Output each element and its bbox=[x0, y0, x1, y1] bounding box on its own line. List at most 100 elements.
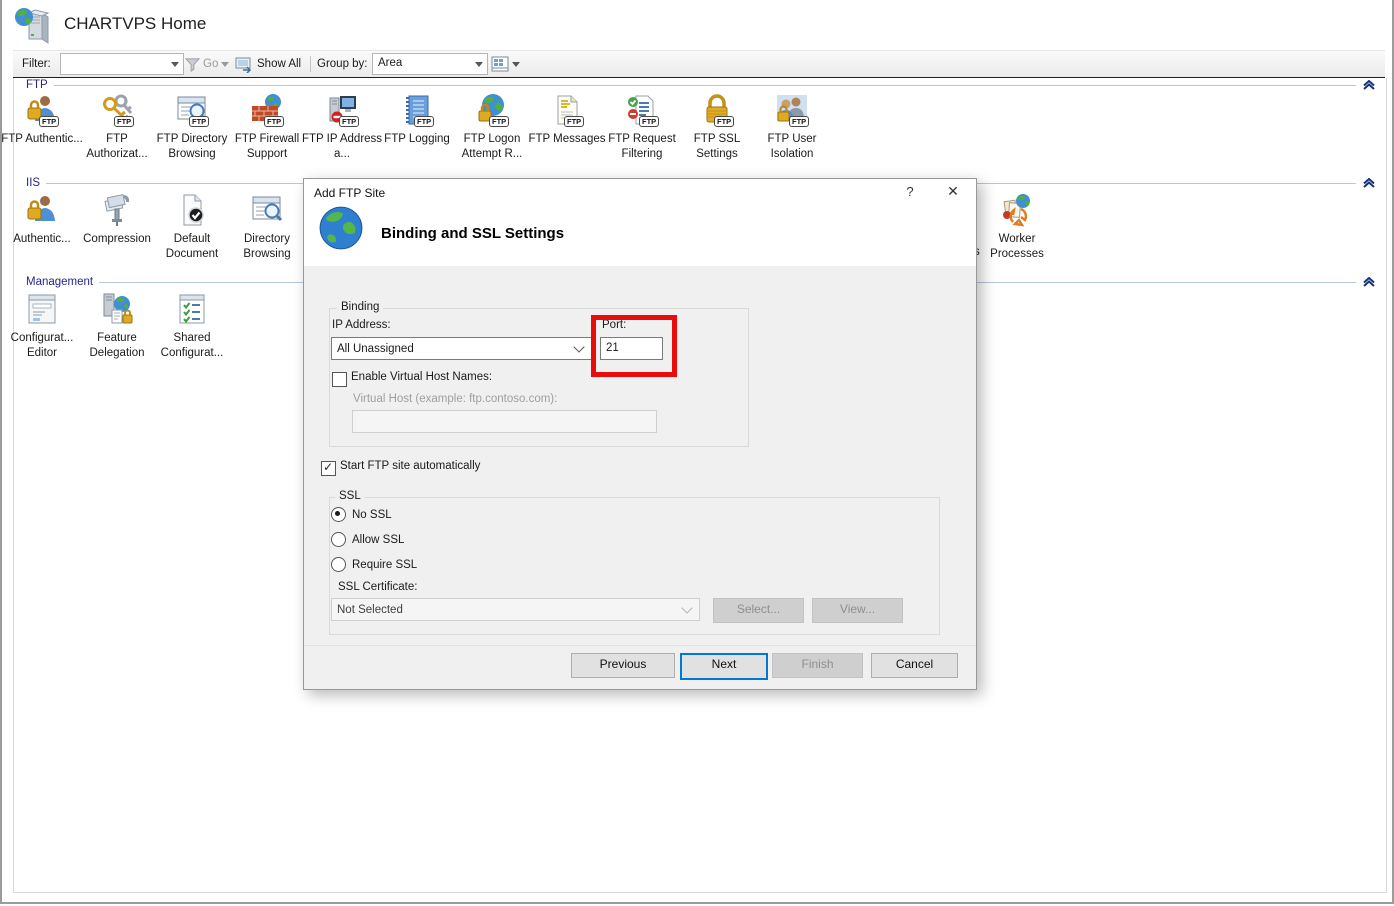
ssl-certificate-label: SSL Certificate: bbox=[338, 581, 417, 593]
finish-button: Finish bbox=[772, 653, 863, 678]
go-dropdown-icon[interactable] bbox=[221, 51, 229, 77]
dialog-title: Add FTP Site bbox=[314, 186, 385, 200]
users-lock-icon: FTP bbox=[774, 93, 810, 129]
next-button[interactable]: Next bbox=[680, 653, 768, 680]
section-items-ftp: FTPFTP Authentic...FTPFTP Authorizat...F… bbox=[0, 93, 1394, 175]
ip-address-select[interactable]: All Unassigned bbox=[331, 337, 592, 360]
collapse-chevron-up-icon[interactable] bbox=[1362, 80, 1376, 90]
feature-delegation-icon bbox=[99, 292, 135, 328]
feature-item-label: FTP User Isolation bbox=[750, 132, 834, 162]
ip-address-value: All Unassigned bbox=[332, 343, 575, 355]
config-editor-icon bbox=[24, 292, 60, 328]
filter-label: Filter: bbox=[22, 51, 51, 77]
add-ftp-site-dialog: Add FTP Site ? ✕ Binding and SSL Setting… bbox=[303, 178, 977, 690]
go-filter-icon bbox=[185, 51, 200, 77]
user-lock-icon: FTP bbox=[24, 93, 60, 129]
ftp-badge: FTP bbox=[714, 116, 734, 127]
globe-recycle-icon bbox=[999, 193, 1035, 229]
brick-globe-icon: FTP bbox=[249, 93, 285, 129]
dialog-heading: Binding and SSL Settings bbox=[381, 225, 564, 242]
close-icon[interactable]: ✕ bbox=[942, 183, 964, 203]
feature-item-ftp-user-isolation[interactable]: FTP FTP User Isolation bbox=[746, 93, 838, 162]
user-lock-icon bbox=[24, 193, 60, 229]
window-magnifier-icon: FTP bbox=[174, 93, 210, 129]
group-by-dropdown-icon[interactable] bbox=[475, 51, 483, 77]
ftp-badge: FTP bbox=[489, 116, 509, 127]
radio-require-ssl[interactable]: Require SSL bbox=[331, 557, 417, 572]
ip-address-label: IP Address: bbox=[332, 319, 391, 331]
toolbar: Filter: Go Show All Group by: Area bbox=[13, 50, 1385, 79]
show-all-icon bbox=[235, 51, 253, 77]
chevron-down-icon bbox=[573, 341, 584, 352]
go-button[interactable]: Go bbox=[203, 51, 218, 77]
show-all-button[interactable]: Show All bbox=[257, 51, 301, 77]
vhost-input bbox=[352, 410, 657, 433]
feature-item-directory-browsing[interactable]: Directory Browsing bbox=[221, 193, 313, 262]
notebook-icon: FTP bbox=[399, 93, 435, 129]
padlock-icon: FTP bbox=[699, 93, 735, 129]
ftp-badge: FTP bbox=[114, 116, 134, 127]
dialog-header bbox=[304, 179, 976, 266]
select-certificate-button: Select... bbox=[713, 598, 804, 623]
doc-filter-icon: FTP bbox=[624, 93, 660, 129]
vhost-example-label: Virtual Host (example: ftp.contoso.com): bbox=[353, 393, 557, 405]
ssl-certificate-value: Not Selected bbox=[332, 604, 683, 616]
enable-vhost-checkbox[interactable] bbox=[332, 372, 347, 387]
keys-icon: FTP bbox=[99, 93, 135, 129]
ssl-legend: SSL bbox=[335, 490, 365, 502]
feature-item-shared-configurat[interactable]: Shared Configurat... bbox=[146, 292, 238, 361]
collapse-chevron-up-icon[interactable] bbox=[1362, 178, 1376, 188]
filter-input[interactable] bbox=[60, 53, 184, 75]
collapse-chevron-up-icon[interactable] bbox=[1362, 277, 1376, 287]
feature-item-worker-processes[interactable]: Worker Processes bbox=[971, 193, 1063, 262]
dialog-footer-divider bbox=[304, 645, 976, 646]
group-by-value: Area bbox=[378, 57, 402, 69]
previous-button[interactable]: Previous bbox=[571, 653, 675, 678]
section-title: Management bbox=[26, 276, 93, 288]
radio-button-icon bbox=[331, 507, 346, 522]
toolbar-separator bbox=[310, 56, 311, 72]
compression-clamp-icon bbox=[99, 193, 135, 229]
cancel-button[interactable]: Cancel bbox=[871, 653, 958, 678]
computer-red-icon: FTP bbox=[324, 93, 360, 129]
port-label: Port: bbox=[602, 319, 626, 331]
port-input[interactable]: 21 bbox=[600, 337, 663, 360]
globe-lock-icon: FTP bbox=[474, 93, 510, 129]
ftp-badge: FTP bbox=[39, 116, 59, 127]
section-header-ftp: FTP bbox=[26, 79, 1376, 91]
binding-legend: Binding bbox=[337, 301, 383, 313]
ftp-badge: FTP bbox=[264, 116, 284, 127]
start-ftp-checkbox[interactable] bbox=[321, 461, 336, 476]
page-title: CHARTVPS Home bbox=[64, 14, 206, 34]
feature-item-label: Directory Browsing bbox=[225, 232, 309, 262]
radio-allow-ssl[interactable]: Allow SSL bbox=[331, 532, 404, 547]
chevron-down-icon bbox=[681, 602, 692, 613]
radio-button-icon bbox=[331, 557, 346, 572]
feature-item-label: Worker Processes bbox=[975, 232, 1059, 262]
view-layout-icon[interactable] bbox=[491, 51, 509, 77]
ftp-badge: FTP bbox=[189, 116, 209, 127]
view-dropdown-icon[interactable] bbox=[512, 51, 520, 77]
doc-lines-icon: FTP bbox=[549, 93, 585, 129]
ftp-badge: FTP bbox=[339, 116, 359, 127]
section-divider bbox=[54, 85, 1356, 86]
ftp-badge: FTP bbox=[564, 116, 584, 127]
radio-label: No SSL bbox=[352, 509, 392, 521]
help-button[interactable]: ? bbox=[901, 184, 919, 202]
group-by-select[interactable]: Area bbox=[372, 53, 488, 75]
radio-label: Allow SSL bbox=[352, 534, 404, 546]
page-header: CHARTVPS Home bbox=[2, 0, 1390, 50]
enable-vhost-label: Enable Virtual Host Names: bbox=[351, 371, 492, 383]
radio-label: Require SSL bbox=[352, 559, 417, 571]
filter-dropdown-icon[interactable] bbox=[171, 51, 179, 77]
section-title: FTP bbox=[26, 79, 48, 91]
ftp-badge: FTP bbox=[789, 116, 809, 127]
section-title: IIS bbox=[26, 177, 40, 189]
feature-item-label: Shared Configurat... bbox=[150, 331, 234, 361]
checklist-icon bbox=[174, 292, 210, 328]
radio-no-ssl[interactable]: No SSL bbox=[331, 507, 392, 522]
start-ftp-label: Start FTP site automatically bbox=[340, 460, 480, 472]
window-magnifier-icon bbox=[249, 193, 285, 229]
ftp-badge: FTP bbox=[414, 116, 434, 127]
ftp-badge: FTP bbox=[639, 116, 659, 127]
